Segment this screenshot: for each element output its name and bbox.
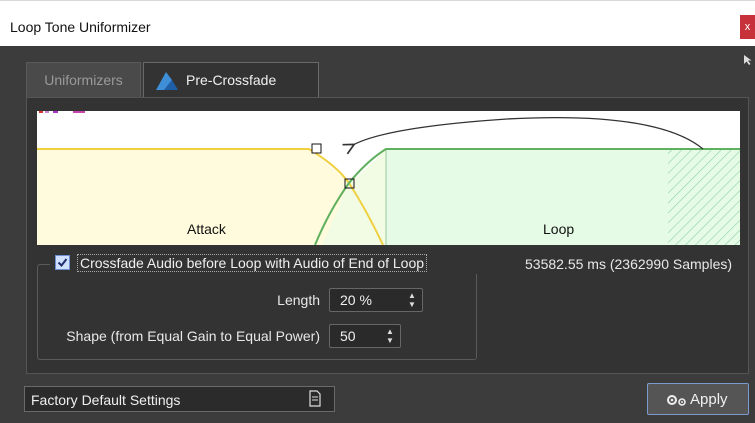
length-stepper[interactable]: ▲ ▼ [408, 291, 416, 309]
shape-label: Shape (from Equal Gain to Equal Power) [66, 328, 320, 344]
tab-uniformizers-label: Uniformizers [44, 72, 123, 88]
preset-name: Factory Default Settings [31, 392, 181, 408]
crossfade-graph-svg [37, 111, 740, 246]
attack-label: Attack [187, 221, 226, 237]
cursor-icon [744, 55, 752, 65]
spin-up-icon[interactable]: ▲ [386, 327, 394, 336]
crossfade-checkbox-label[interactable]: Crossfade Audio before Loop with Audio o… [77, 254, 428, 272]
tab-pre-crossfade[interactable]: Pre-Crossfade [143, 62, 319, 98]
apply-label: Apply [690, 391, 728, 408]
shape-stepper[interactable]: ▲ ▼ [386, 327, 394, 345]
window-title: Loop Tone Uniformizer [10, 19, 151, 35]
length-label: Length [277, 292, 320, 308]
close-button[interactable]: x [740, 15, 755, 39]
duration-readout: 53582.55 ms (2362990 Samples) [525, 256, 733, 272]
shape-spinbox[interactable]: 50 ▲ ▼ [329, 324, 401, 348]
spin-up-icon[interactable]: ▲ [408, 291, 416, 300]
checkmark-icon [57, 258, 68, 268]
preset-selector[interactable]: Factory Default Settings [24, 386, 335, 412]
loop-label: Loop [543, 221, 575, 237]
spin-down-icon[interactable]: ▼ [386, 336, 394, 345]
tab-uniformizers[interactable]: Uniformizers [26, 62, 141, 98]
spin-down-icon[interactable]: ▼ [408, 300, 416, 309]
crossfade-checkbox[interactable] [55, 255, 70, 270]
apply-button[interactable]: Apply [647, 383, 749, 415]
document-icon[interactable] [308, 390, 322, 407]
marker-ticks [39, 111, 85, 113]
length-value: 20 % [340, 292, 372, 308]
loop-return-arrow [353, 116, 704, 149]
loop-region [386, 149, 668, 245]
shape-value: 50 [340, 328, 356, 344]
crossfade-options-group [37, 264, 477, 360]
fade-start-handle[interactable] [311, 143, 322, 154]
crossfade-graph: Attack Loop [37, 111, 740, 246]
length-spinbox[interactable]: 20 % ▲ ▼ [329, 288, 423, 312]
gears-icon [667, 395, 686, 406]
loop-end-hatch [668, 149, 740, 245]
crossfade-checkbox-row[interactable]: Crossfade Audio before Loop with Audio o… [50, 252, 482, 274]
crossfade-icon [156, 72, 178, 90]
tab-pre-crossfade-label: Pre-Crossfade [186, 72, 277, 88]
